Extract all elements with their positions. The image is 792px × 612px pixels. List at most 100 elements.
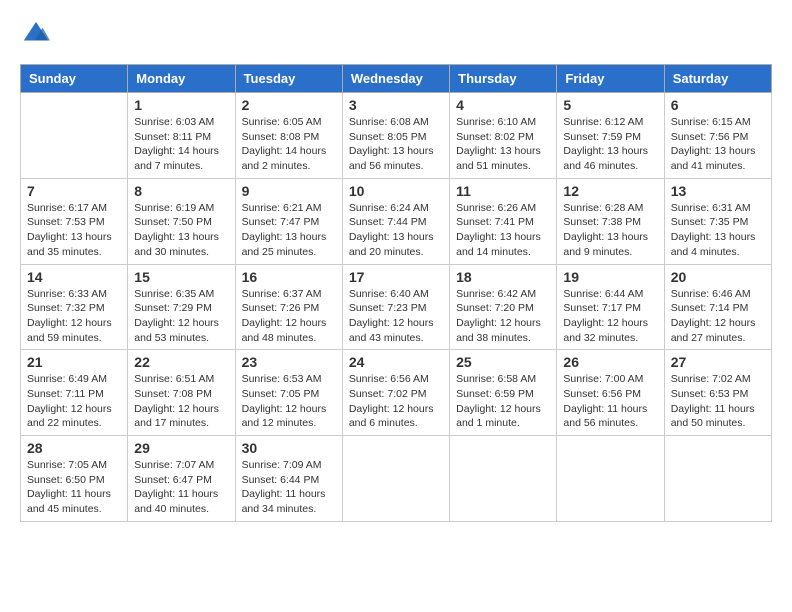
calendar-cell: 2 Sunrise: 6:05 AMSunset: 8:08 PMDaylight… <box>235 93 342 179</box>
calendar-cell: 7 Sunrise: 6:17 AMSunset: 7:53 PMDaylight… <box>21 178 128 264</box>
calendar-cell: 24 Sunrise: 6:56 AMSunset: 7:02 PMDayligh… <box>342 350 449 436</box>
day-detail: Sunrise: 6:21 AMSunset: 7:47 PMDaylight:… <box>242 201 336 260</box>
day-detail: Sunrise: 6:42 AMSunset: 7:20 PMDaylight:… <box>456 287 550 346</box>
col-header-tuesday: Tuesday <box>235 65 342 93</box>
calendar-cell: 12Sunrise: 6:28 AMSunset: 7:38 PMDayligh… <box>557 178 664 264</box>
day-detail: Sunrise: 6:19 AMSunset: 7:50 PMDaylight:… <box>134 201 228 260</box>
header-row: SundayMondayTuesdayWednesdayThursdayFrid… <box>21 65 772 93</box>
week-row-3: 14Sunrise: 6:33 AMSunset: 7:32 PMDayligh… <box>21 264 772 350</box>
day-detail: Sunrise: 6:28 AMSunset: 7:38 PMDaylight:… <box>563 201 657 260</box>
day-number: 9 <box>242 183 336 199</box>
calendar-cell: 30 Sunrise: 7:09 AMSunset: 6:44 PMDayligh… <box>235 436 342 522</box>
day-number: 16 <box>242 269 336 285</box>
calendar-cell: 8 Sunrise: 6:19 AMSunset: 7:50 PMDaylight… <box>128 178 235 264</box>
day-number: 10 <box>349 183 443 199</box>
day-detail: Sunrise: 6:37 AMSunset: 7:26 PMDaylight:… <box>242 287 336 346</box>
day-detail: Sunrise: 6:35 AMSunset: 7:29 PMDaylight:… <box>134 287 228 346</box>
day-detail: Sunrise: 7:07 AMSunset: 6:47 PMDaylight:… <box>134 458 228 517</box>
calendar-cell: 14Sunrise: 6:33 AMSunset: 7:32 PMDayligh… <box>21 264 128 350</box>
day-number: 28 <box>27 440 121 456</box>
day-number: 4 <box>456 97 550 113</box>
calendar-cell: 4 Sunrise: 6:10 AMSunset: 8:02 PMDaylight… <box>450 93 557 179</box>
week-row-4: 21 Sunrise: 6:49 AMSunset: 7:11 PMDayligh… <box>21 350 772 436</box>
day-detail: Sunrise: 7:09 AMSunset: 6:44 PMDaylight:… <box>242 458 336 517</box>
day-number: 11 <box>456 183 550 199</box>
day-detail: Sunrise: 6:44 AMSunset: 7:17 PMDaylight:… <box>563 287 657 346</box>
day-number: 26 <box>563 354 657 370</box>
calendar-cell <box>557 436 664 522</box>
calendar-cell: 15Sunrise: 6:35 AMSunset: 7:29 PMDayligh… <box>128 264 235 350</box>
calendar-cell: 5 Sunrise: 6:12 AMSunset: 7:59 PMDaylight… <box>557 93 664 179</box>
day-number: 7 <box>27 183 121 199</box>
day-detail: Sunrise: 6:26 AMSunset: 7:41 PMDaylight:… <box>456 201 550 260</box>
logo-icon <box>22 20 50 48</box>
day-detail: Sunrise: 6:49 AMSunset: 7:11 PMDaylight:… <box>27 372 121 431</box>
logo <box>20 20 50 48</box>
day-detail: Sunrise: 7:00 AMSunset: 6:56 PMDaylight:… <box>563 372 657 431</box>
day-detail: Sunrise: 6:12 AMSunset: 7:59 PMDaylight:… <box>563 115 657 174</box>
day-detail: Sunrise: 7:05 AMSunset: 6:50 PMDaylight:… <box>27 458 121 517</box>
day-number: 24 <box>349 354 443 370</box>
calendar-cell: 23 Sunrise: 6:53 AMSunset: 7:05 PMDayligh… <box>235 350 342 436</box>
calendar-cell: 10 Sunrise: 6:24 AMSunset: 7:44 PMDayligh… <box>342 178 449 264</box>
day-detail: Sunrise: 6:56 AMSunset: 7:02 PMDaylight:… <box>349 372 443 431</box>
day-number: 8 <box>134 183 228 199</box>
calendar-cell: 6 Sunrise: 6:15 AMSunset: 7:56 PMDaylight… <box>664 93 771 179</box>
day-detail: Sunrise: 6:05 AMSunset: 8:08 PMDaylight:… <box>242 115 336 174</box>
day-number: 1 <box>134 97 228 113</box>
day-detail: Sunrise: 7:02 AMSunset: 6:53 PMDaylight:… <box>671 372 765 431</box>
day-number: 27 <box>671 354 765 370</box>
day-detail: Sunrise: 6:08 AMSunset: 8:05 PMDaylight:… <box>349 115 443 174</box>
day-detail: Sunrise: 6:40 AMSunset: 7:23 PMDaylight:… <box>349 287 443 346</box>
day-number: 5 <box>563 97 657 113</box>
day-detail: Sunrise: 6:53 AMSunset: 7:05 PMDaylight:… <box>242 372 336 431</box>
col-header-monday: Monday <box>128 65 235 93</box>
calendar-cell: 27 Sunrise: 7:02 AMSunset: 6:53 PMDayligh… <box>664 350 771 436</box>
calendar-cell: 18 Sunrise: 6:42 AMSunset: 7:20 PMDayligh… <box>450 264 557 350</box>
calendar-cell: 16 Sunrise: 6:37 AMSunset: 7:26 PMDayligh… <box>235 264 342 350</box>
day-detail: Sunrise: 6:03 AMSunset: 8:11 PMDaylight:… <box>134 115 228 174</box>
page-header <box>20 20 772 48</box>
calendar-cell: 19Sunrise: 6:44 AMSunset: 7:17 PMDayligh… <box>557 264 664 350</box>
day-number: 3 <box>349 97 443 113</box>
day-detail: Sunrise: 6:15 AMSunset: 7:56 PMDaylight:… <box>671 115 765 174</box>
calendar-cell <box>21 93 128 179</box>
day-number: 18 <box>456 269 550 285</box>
calendar-cell: 29 Sunrise: 7:07 AMSunset: 6:47 PMDayligh… <box>128 436 235 522</box>
calendar-cell: 20Sunrise: 6:46 AMSunset: 7:14 PMDayligh… <box>664 264 771 350</box>
col-header-saturday: Saturday <box>664 65 771 93</box>
day-detail: Sunrise: 6:58 AMSunset: 6:59 PMDaylight:… <box>456 372 550 431</box>
calendar-cell: 25 Sunrise: 6:58 AMSunset: 6:59 PMDayligh… <box>450 350 557 436</box>
day-number: 29 <box>134 440 228 456</box>
col-header-thursday: Thursday <box>450 65 557 93</box>
calendar-table: SundayMondayTuesdayWednesdayThursdayFrid… <box>20 64 772 522</box>
day-detail: Sunrise: 6:17 AMSunset: 7:53 PMDaylight:… <box>27 201 121 260</box>
calendar-cell: 13 Sunrise: 6:31 AMSunset: 7:35 PMDayligh… <box>664 178 771 264</box>
col-header-wednesday: Wednesday <box>342 65 449 93</box>
calendar-cell: 9 Sunrise: 6:21 AMSunset: 7:47 PMDaylight… <box>235 178 342 264</box>
week-row-2: 7 Sunrise: 6:17 AMSunset: 7:53 PMDaylight… <box>21 178 772 264</box>
calendar-cell: 11 Sunrise: 6:26 AMSunset: 7:41 PMDayligh… <box>450 178 557 264</box>
day-detail: Sunrise: 6:46 AMSunset: 7:14 PMDaylight:… <box>671 287 765 346</box>
day-number: 22 <box>134 354 228 370</box>
week-row-5: 28 Sunrise: 7:05 AMSunset: 6:50 PMDayligh… <box>21 436 772 522</box>
calendar-cell: 17Sunrise: 6:40 AMSunset: 7:23 PMDayligh… <box>342 264 449 350</box>
day-detail: Sunrise: 6:10 AMSunset: 8:02 PMDaylight:… <box>456 115 550 174</box>
day-number: 21 <box>27 354 121 370</box>
day-detail: Sunrise: 6:24 AMSunset: 7:44 PMDaylight:… <box>349 201 443 260</box>
calendar-cell: 22 Sunrise: 6:51 AMSunset: 7:08 PMDayligh… <box>128 350 235 436</box>
day-number: 14 <box>27 269 121 285</box>
day-number: 2 <box>242 97 336 113</box>
day-number: 25 <box>456 354 550 370</box>
calendar-cell: 26 Sunrise: 7:00 AMSunset: 6:56 PMDayligh… <box>557 350 664 436</box>
col-header-friday: Friday <box>557 65 664 93</box>
day-detail: Sunrise: 6:51 AMSunset: 7:08 PMDaylight:… <box>134 372 228 431</box>
day-number: 13 <box>671 183 765 199</box>
day-number: 30 <box>242 440 336 456</box>
calendar-cell: 28 Sunrise: 7:05 AMSunset: 6:50 PMDayligh… <box>21 436 128 522</box>
day-number: 6 <box>671 97 765 113</box>
day-number: 23 <box>242 354 336 370</box>
day-detail: Sunrise: 6:31 AMSunset: 7:35 PMDaylight:… <box>671 201 765 260</box>
calendar-cell <box>450 436 557 522</box>
calendar-cell: 21 Sunrise: 6:49 AMSunset: 7:11 PMDayligh… <box>21 350 128 436</box>
